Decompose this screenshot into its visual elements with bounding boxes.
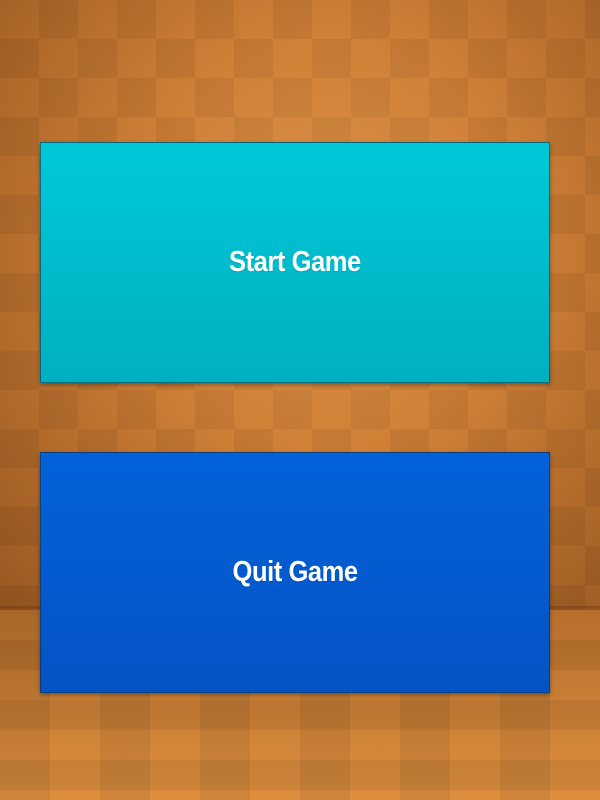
quit-game-label: Quit Game [232, 556, 358, 588]
quit-game-button[interactable]: Quit Game [40, 452, 550, 693]
start-game-button[interactable]: Start Game [40, 142, 550, 383]
start-game-label: Start Game [229, 246, 361, 278]
